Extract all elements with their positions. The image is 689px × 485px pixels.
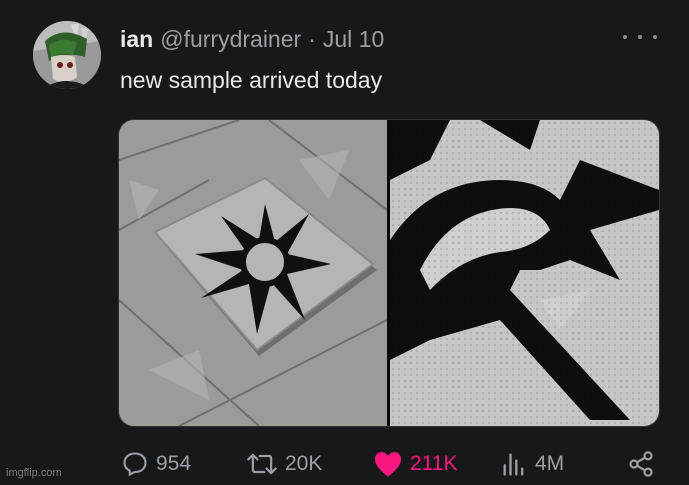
reply-count: 954 bbox=[156, 452, 192, 475]
views-count: 4M bbox=[535, 452, 565, 475]
tweet-text: new sample arrived today bbox=[120, 67, 383, 93]
tweet-card: ian @furrydrainer · Jul 10 new sample ar… bbox=[0, 0, 689, 485]
more-icon[interactable] bbox=[623, 30, 657, 44]
views-icon bbox=[503, 453, 524, 476]
media-photo-right[interactable] bbox=[390, 120, 659, 426]
share-icon bbox=[629, 451, 653, 477]
display-name[interactable]: ian bbox=[120, 26, 153, 53]
header-separator: · bbox=[308, 26, 316, 52]
like-icon bbox=[374, 452, 402, 477]
like-count: 211K bbox=[410, 452, 458, 475]
post-date[interactable]: Jul 10 bbox=[323, 26, 384, 53]
reply-icon bbox=[123, 452, 147, 477]
repost-button[interactable]: 20K bbox=[246, 446, 322, 482]
reply-button[interactable]: 954 bbox=[121, 446, 191, 482]
media-photo-left[interactable] bbox=[119, 120, 388, 426]
user-handle[interactable]: @furrydrainer bbox=[160, 26, 301, 53]
repost-count: 20K bbox=[285, 452, 323, 475]
like-button[interactable]: 211K bbox=[373, 446, 458, 482]
avatar[interactable] bbox=[33, 21, 101, 89]
media-grid[interactable] bbox=[118, 119, 660, 427]
action-bar: 954 20K 211K 4M bbox=[0, 446, 689, 482]
share-button[interactable] bbox=[627, 446, 662, 482]
repost-icon bbox=[247, 453, 277, 475]
watermark: imgflip.com bbox=[6, 467, 62, 479]
tweet-header: ian @furrydrainer · Jul 10 bbox=[120, 26, 384, 53]
views-button[interactable]: 4M bbox=[500, 446, 564, 482]
